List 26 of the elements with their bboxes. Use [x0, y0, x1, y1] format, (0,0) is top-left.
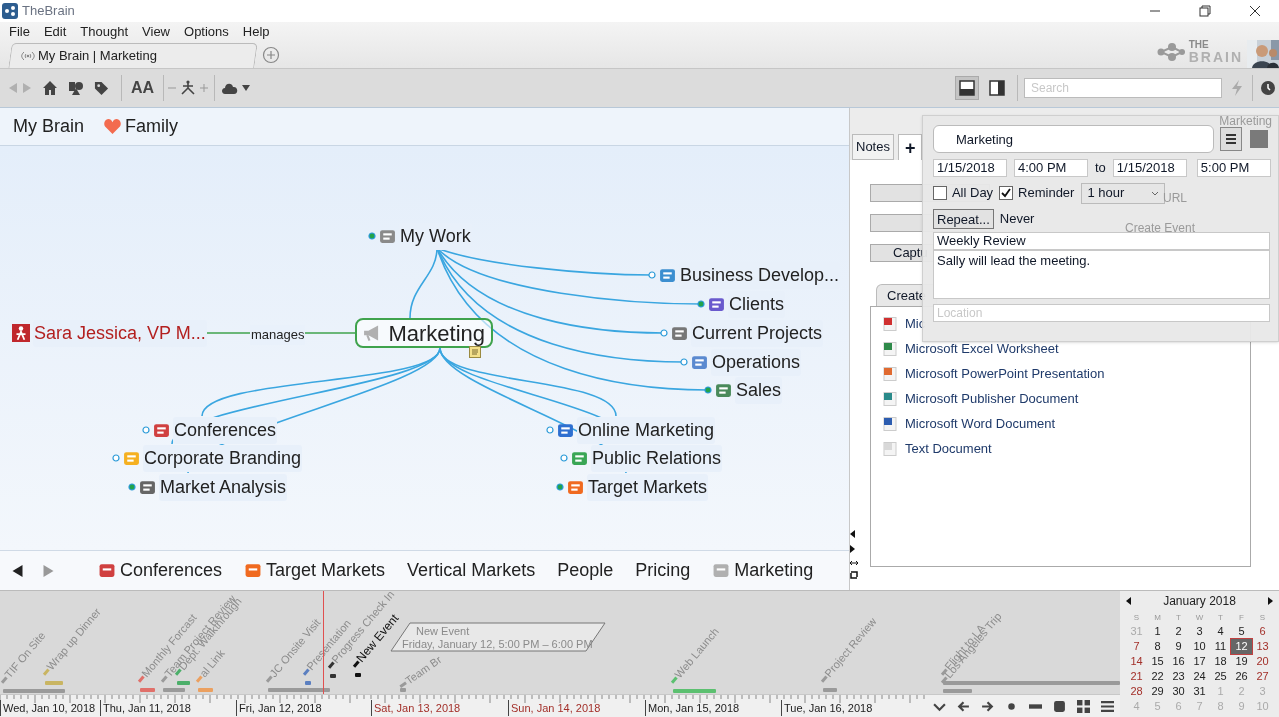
- url-label: URL: [1163, 190, 1187, 207]
- weekday-label: T: [1217, 612, 1224, 624]
- callout-time: Friday, January 12, 5:00 PM – 6:00 PM: [402, 637, 593, 652]
- repeat-value: Never: [999, 209, 1035, 228]
- logo-text: BRAIN: [1188, 50, 1243, 64]
- to-label: to: [1095, 159, 1106, 177]
- panel-heading: Marketing: [1219, 113, 1272, 130]
- checkbox-label: Reminder: [1018, 184, 1075, 203]
- logo-text: THE: [1188, 40, 1210, 50]
- date-label: Sun, Jan 14, 2018: [508, 699, 601, 716]
- date-label: Thu, Jan 11, 2018: [100, 699, 191, 716]
- weekday-label: F: [1238, 612, 1245, 624]
- date-label: Wed, Jan 10, 2018: [0, 699, 96, 716]
- date-label: Fri, Jan 12, 2018: [236, 699, 322, 716]
- window-title: TheBrain: [22, 2, 75, 21]
- weekday-label: M: [1153, 612, 1162, 624]
- date-label: Sat, Jan 13, 2018: [371, 699, 461, 716]
- callout-title: New Event: [416, 624, 470, 639]
- weekday-label: W: [1194, 612, 1205, 624]
- date-label: Tue, Jan 16, 2018: [781, 699, 873, 716]
- date-label: Mon, Jan 15, 2018: [645, 699, 740, 716]
- weekday-label: T: [1175, 612, 1182, 624]
- checkbox-label: All Day: [951, 184, 994, 203]
- month-title: January 2018: [1163, 593, 1236, 610]
- weekday-label: S: [1258, 612, 1267, 624]
- weekday-label: S: [1132, 612, 1141, 624]
